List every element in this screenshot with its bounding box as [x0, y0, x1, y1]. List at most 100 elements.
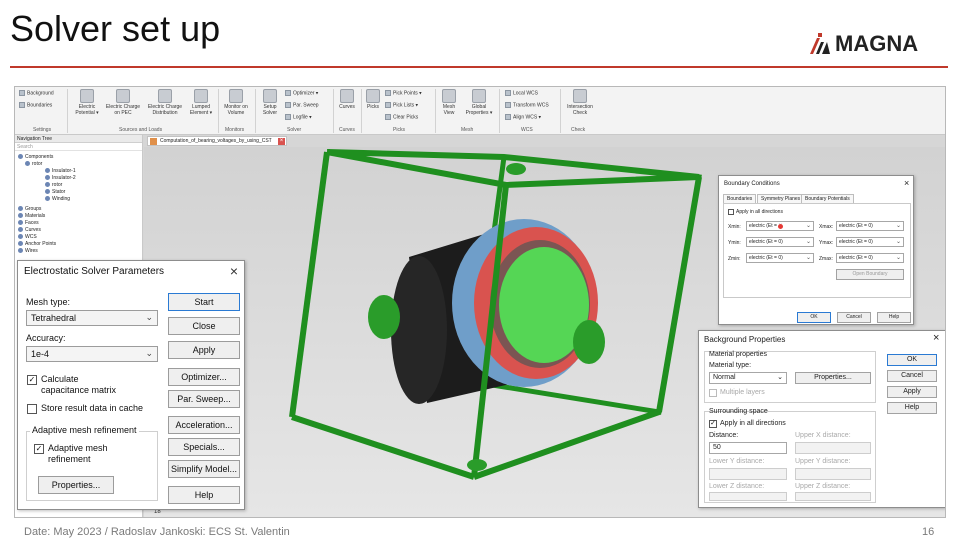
tree-item-winding[interactable]: Winding [45, 196, 70, 203]
material-type-select[interactable]: Normal ⌄ [709, 372, 787, 384]
tree-item-rotor[interactable]: rotor [45, 182, 62, 189]
ribbon-charge-on-pec[interactable]: Electric Charge on PEC [103, 89, 143, 116]
tree-item-stator[interactable]: Stator [45, 189, 65, 196]
close-icon[interactable]: × [230, 263, 238, 279]
cancel-button[interactable]: Cancel [887, 370, 937, 382]
close-icon[interactable]: × [933, 332, 939, 344]
ymax-select[interactable]: electric (Et = 0) ⌄ [836, 237, 904, 247]
tree-item-groups[interactable]: Groups [18, 206, 41, 213]
close-button[interactable]: Close [168, 317, 240, 335]
distance-input[interactable]: 50 [709, 442, 787, 454]
specials-button[interactable]: Specials... [168, 438, 240, 456]
adaptive-properties-button[interactable]: Properties... [38, 476, 114, 494]
ribbon-optimizer[interactable]: Optimizer ▾ [285, 90, 318, 96]
apply-all-directions-checkbox[interactable] [728, 209, 734, 215]
cancel-button[interactable]: Cancel [837, 312, 871, 323]
ribbon-boundaries[interactable]: Boundaries [19, 102, 52, 108]
ribbon-mesh-view[interactable]: Mesh View [439, 89, 459, 116]
ribbon-picks[interactable]: Picks [363, 89, 383, 110]
ribbon-global-properties[interactable]: Global Properties ▾ [463, 89, 495, 116]
solid-icon [45, 182, 50, 188]
ok-button[interactable]: OK [797, 312, 831, 323]
ymin-select[interactable]: electric (Et = 0) ⌄ [746, 237, 814, 247]
par-sweep-button[interactable]: Par. Sweep... [168, 390, 240, 408]
ribbon-pick-lists[interactable]: Pick Lists ▾ [385, 102, 418, 108]
tree-item-components[interactable]: Components [18, 154, 53, 161]
store-cache-checkbox[interactable] [27, 404, 37, 414]
tab-boundaries[interactable]: Boundaries [723, 194, 757, 203]
apply-all-directions-checkbox[interactable]: ✓ [709, 420, 717, 428]
folder-icon [18, 213, 23, 219]
folder-icon [18, 241, 23, 247]
ribbon-electric-potential[interactable]: Electric Potential ▾ [73, 89, 101, 116]
ribbon-lumped-element[interactable]: Lumped Element ▾ [187, 89, 215, 116]
upper-x-distance-input[interactable] [795, 442, 871, 454]
tree-item-rotor-component[interactable]: rotor [25, 161, 42, 168]
zmin-select[interactable]: electric (Et = 0) ⌄ [746, 253, 814, 263]
ribbon-setup-solver[interactable]: Setup Solver [258, 89, 282, 116]
close-icon[interactable]: × [278, 138, 285, 145]
distance-label: Distance: [709, 432, 739, 439]
ribbon-transform-wcs[interactable]: Transform WCS [505, 102, 549, 108]
accuracy-select[interactable]: 1e-4 ⌄ [26, 346, 158, 362]
ribbon-pick-points[interactable]: Pick Points ▾ [385, 90, 422, 96]
help-button[interactable]: Help [877, 312, 911, 323]
adaptive-mesh-label-2: refinement [48, 454, 91, 464]
help-button[interactable]: Help [168, 486, 240, 504]
calculate-capacitance-checkbox[interactable]: ✓ [27, 375, 37, 385]
lower-z-distance-input[interactable] [709, 492, 787, 501]
background-properties-dialog: Background Properties × Material propert… [698, 330, 945, 508]
background-icon [19, 90, 25, 96]
tree-item-anchor-points[interactable]: Anchor Points [18, 241, 56, 248]
tree-item-insulator-1[interactable]: Insulator-1 [45, 168, 76, 175]
material-properties-button[interactable]: Properties... [795, 372, 871, 384]
ribbon-par-sweep[interactable]: Par. Sweep [285, 102, 319, 108]
navigation-tree-search[interactable]: Search [15, 143, 142, 151]
upper-y-distance-input[interactable] [795, 468, 871, 480]
apply-button[interactable]: Apply [887, 386, 937, 398]
lower-y-distance-input[interactable] [709, 468, 787, 480]
ribbon-curves[interactable]: Curves [336, 89, 358, 110]
ribbon-intersection-check[interactable]: Intersection Check [563, 89, 597, 116]
tree-item-curves[interactable]: Curves [18, 227, 41, 234]
ribbon-background[interactable]: Background [19, 90, 54, 96]
open-boundary-button[interactable]: Open Boundary [836, 269, 904, 280]
ribbon-clear-picks[interactable]: Clear Picks [385, 114, 418, 120]
xmax-label: Xmax: [819, 224, 834, 230]
ribbon-align-wcs[interactable]: Align WCS ▾ [505, 114, 541, 120]
par-sweep-icon [285, 102, 291, 108]
ribbon-toolbar: Background Boundaries Settings Electric P… [15, 87, 945, 135]
tree-item-wcs[interactable]: WCS [18, 234, 37, 241]
tree-item-wires[interactable]: Wires [18, 248, 38, 255]
group-monitors: Monitors [225, 127, 245, 133]
start-button[interactable]: Start [168, 293, 240, 311]
ribbon-charge-distribution[interactable]: Electric Charge Distribution [145, 89, 185, 116]
close-icon[interactable]: × [904, 178, 909, 188]
xmax-select[interactable]: electric (Et = 0) ⌄ [836, 221, 904, 231]
optimizer-button[interactable]: Optimizer... [168, 368, 240, 386]
ok-button[interactable]: OK [887, 354, 937, 366]
upper-z-distance-input[interactable] [795, 492, 871, 501]
material-properties-label: Material properties [709, 351, 767, 358]
local-wcs-icon [505, 90, 511, 96]
tree-item-materials[interactable]: Materials [18, 213, 45, 220]
simplify-model-button[interactable]: Simplify Model... [168, 460, 240, 478]
acceleration-button[interactable]: Acceleration... [168, 416, 240, 434]
adaptive-mesh-checkbox[interactable]: ✓ [34, 444, 44, 454]
tree-item-insulator-2[interactable]: Insulator-2 [45, 175, 76, 182]
tab-symmetry-planes[interactable]: Symmetry Planes [757, 194, 805, 203]
zmax-select[interactable]: electric (Et = 0) ⌄ [836, 253, 904, 263]
multiple-layers-checkbox[interactable] [709, 389, 717, 397]
mesh-type-select[interactable]: Tetrahedral ⌄ [26, 310, 158, 326]
background-dialog-title: Background Properties [704, 335, 786, 344]
adaptive-mesh-label: Adaptive mesh [48, 443, 108, 453]
solver-dialog-title: Electrostatic Solver Parameters [24, 266, 165, 277]
ribbon-monitor-on-volume[interactable]: Monitor on Volume [221, 89, 251, 116]
ribbon-local-wcs[interactable]: Local WCS [505, 90, 538, 96]
help-button[interactable]: Help [887, 402, 937, 414]
tree-item-faces[interactable]: Faces [18, 220, 39, 227]
apply-button[interactable]: Apply [168, 341, 240, 359]
tab-boundary-potentials[interactable]: Boundary Potentials [801, 194, 854, 203]
ribbon-logfile[interactable]: Logfile ▾ [285, 114, 312, 120]
document-tab[interactable]: Computation_of_bearing_voltages_by_using… [147, 136, 287, 146]
